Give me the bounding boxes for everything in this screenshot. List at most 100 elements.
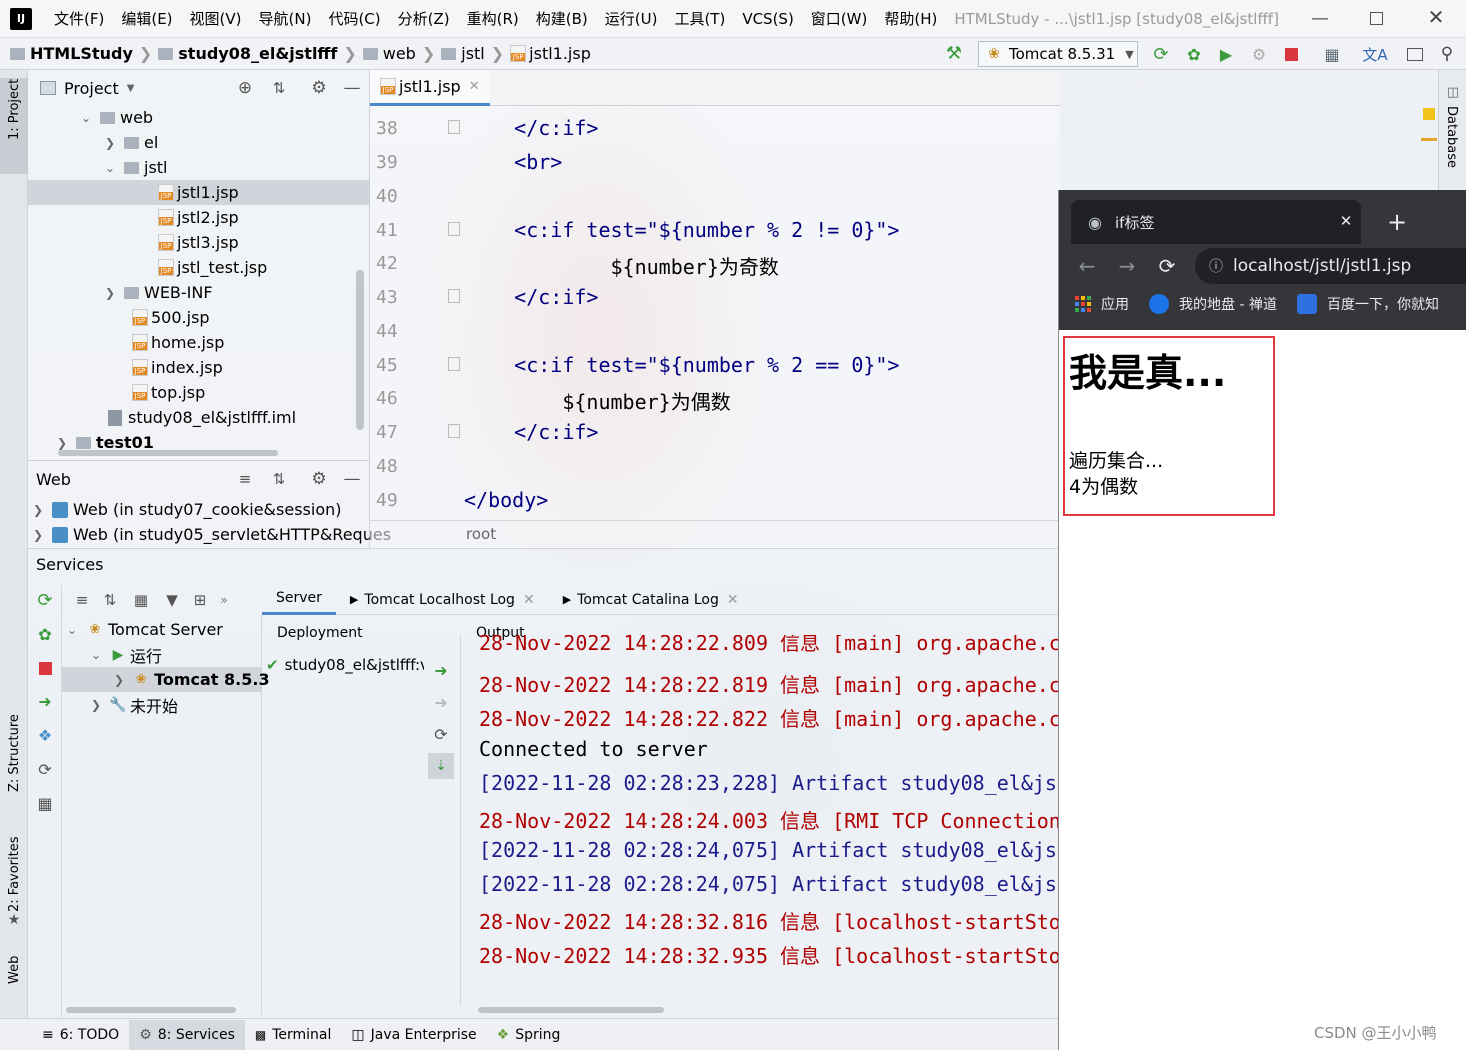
- browser-window-icon[interactable]: [1405, 44, 1425, 64]
- address-bar[interactable]: ⓘ localhost/jstl/jstl1.jsp: [1195, 248, 1466, 284]
- collapse-all-icon[interactable]: ⇅: [269, 78, 289, 98]
- code-line-47[interactable]: </c:if>: [466, 420, 598, 444]
- debug-bug-icon[interactable]: ✿: [32, 621, 58, 647]
- fold-marker-icon[interactable]: [448, 357, 460, 371]
- code-line-45[interactable]: <c:if test="${number % 2 == 0}">: [466, 353, 899, 377]
- build-hammer-icon[interactable]: ⚒: [944, 43, 964, 64]
- web-item-study07[interactable]: ❯ Web (in study07_cookie&session): [28, 497, 342, 522]
- tree-item-jstl[interactable]: ⌄ jstl: [28, 155, 168, 180]
- tree-item-jstl-test-jsp[interactable]: jstl_test.jsp: [28, 255, 267, 280]
- forward-arrow-icon[interactable]: →: [1115, 254, 1139, 278]
- warning-marker[interactable]: [1423, 108, 1435, 120]
- rerun-icon[interactable]: ⟳: [32, 587, 58, 613]
- refresh-icon[interactable]: ⟳: [32, 756, 58, 782]
- menu-refactor[interactable]: 重构(R): [467, 8, 519, 29]
- menu-build[interactable]: 构建(B): [536, 8, 588, 29]
- filter-icon[interactable]: ▼: [158, 591, 186, 609]
- fold-marker-icon[interactable]: [448, 222, 460, 236]
- menu-file[interactable]: 文件(F): [54, 8, 104, 29]
- code-line-46[interactable]: ${number}为偶数: [466, 386, 730, 415]
- undeploy-icon[interactable]: ➜: [428, 689, 454, 715]
- search-icon[interactable]: ⚲: [1436, 43, 1458, 65]
- tree-item-iml[interactable]: study08_el&jstlfff.iml: [28, 405, 296, 430]
- group-icon[interactable]: ▦: [124, 591, 158, 609]
- fold-marker-icon[interactable]: [448, 120, 460, 134]
- tree-item-home-jsp[interactable]: home.jsp: [28, 330, 224, 355]
- menu-code[interactable]: 代码(C): [328, 8, 380, 29]
- add-service-icon[interactable]: ⊞: [186, 591, 214, 609]
- collapse-all-icon[interactable]: ⇅: [96, 591, 124, 609]
- project-h-scrollbar[interactable]: [58, 450, 278, 456]
- structure-tool-label[interactable]: Z: Structure: [7, 714, 22, 792]
- tree-item-el[interactable]: ❯ el: [28, 130, 158, 155]
- menu-window[interactable]: 窗口(W): [811, 8, 868, 29]
- editor-tab-jstl1[interactable]: jstl1.jsp ✕: [370, 69, 490, 106]
- deploy-icon[interactable]: ➜: [428, 657, 454, 683]
- chevron-right-icon[interactable]: ❯: [56, 436, 68, 450]
- hide-icon[interactable]: —: [342, 469, 362, 489]
- rerun-icon[interactable]: ⟳: [1151, 44, 1171, 65]
- close-tab-icon[interactable]: ✕: [523, 592, 535, 608]
- web-tool-label[interactable]: Web: [7, 956, 22, 984]
- database-tool-label[interactable]: Database: [1444, 106, 1459, 168]
- tab-server[interactable]: Server: [262, 585, 336, 615]
- services-tool-button[interactable]: ⚙ 8: Services: [129, 1019, 245, 1050]
- gear-icon[interactable]: ⚙: [309, 469, 329, 489]
- service-tomcat-instance[interactable]: ❯ ❀ Tomcat 8.5.3: [62, 667, 270, 692]
- code-line-41[interactable]: <c:if test="${number % 2 != 0}">: [466, 218, 899, 242]
- favorites-tool-label[interactable]: 2: Favorites: [7, 836, 22, 912]
- locate-icon[interactable]: ⊕: [235, 78, 255, 98]
- close-window-icon[interactable]: ✕: [1425, 5, 1447, 29]
- terminal-tool-button[interactable]: ▩ Terminal: [245, 1020, 342, 1050]
- code-line-49[interactable]: </body>: [464, 488, 548, 512]
- breadcrumb-htmlstudy[interactable]: HTMLStudy ❯: [10, 44, 152, 63]
- more-icon[interactable]: »: [214, 593, 234, 607]
- run-config-select[interactable]: ❀ Tomcat 8.5.31 ▼: [978, 41, 1138, 67]
- reload-icon[interactable]: ⟳: [1155, 254, 1179, 278]
- chevron-down-icon[interactable]: ⌄: [66, 623, 78, 637]
- bookmark-baidu[interactable]: 百度一下，你就知: [1327, 294, 1439, 314]
- project-structure-icon[interactable]: ▦: [1322, 44, 1342, 64]
- web-item-study05[interactable]: ❯ Web (in study05_servlet&HTTP&Reques: [28, 522, 391, 547]
- code-line-42[interactable]: ${number}为奇数: [466, 251, 778, 280]
- debug-bug-icon[interactable]: ✿: [1184, 44, 1204, 64]
- expand-all-icon[interactable]: ≡: [68, 591, 96, 609]
- tree-item-web[interactable]: ⌄ web: [28, 105, 153, 130]
- fold-marker-icon[interactable]: [448, 289, 460, 303]
- new-tab-icon[interactable]: +: [1385, 208, 1409, 236]
- stop-icon[interactable]: [1282, 45, 1300, 63]
- hide-icon[interactable]: —: [342, 78, 362, 98]
- chevron-down-icon[interactable]: ⌄: [80, 111, 92, 125]
- bookmark-zentao[interactable]: 我的地盘 - 禅道: [1179, 294, 1277, 314]
- tree-item-jstl2-jsp[interactable]: jstl2.jsp: [28, 205, 239, 230]
- tree-item-500-jsp[interactable]: 500.jsp: [28, 305, 210, 330]
- todo-tool-button[interactable]: ≡ 6: TODO: [32, 1020, 129, 1050]
- minimize-icon[interactable]: —: [1310, 8, 1330, 29]
- close-tab-icon[interactable]: ✕: [727, 592, 739, 608]
- breadcrumb-module[interactable]: study08_el&jstlfff ❯: [158, 44, 357, 63]
- chevron-right-icon[interactable]: ❯: [104, 136, 116, 150]
- bookmark-apps[interactable]: 应用: [1101, 294, 1129, 314]
- breadcrumb-file[interactable]: jstl1.jsp: [510, 44, 591, 63]
- editor-breadcrumb-root[interactable]: root: [466, 525, 496, 543]
- breadcrumb-jstl[interactable]: jstl ❯: [441, 44, 504, 63]
- deployment-item[interactable]: ✔ study08_el&jstlfff:v: [266, 653, 424, 677]
- menu-analyze[interactable]: 分析(Z): [398, 8, 450, 29]
- fold-marker-icon[interactable]: [448, 424, 460, 438]
- tree-item-top-jsp[interactable]: top.jsp: [28, 380, 205, 405]
- menu-run[interactable]: 运行(U): [605, 8, 658, 29]
- tab-tomcat-catalina-log[interactable]: ▶ Tomcat Catalina Log ✕: [549, 585, 753, 615]
- code-line-39[interactable]: <br>: [466, 150, 562, 174]
- menu-view[interactable]: 视图(V): [190, 8, 242, 29]
- project-panel-title[interactable]: Project: [64, 79, 119, 98]
- service-tomcat-server[interactable]: ⌄ ❀ Tomcat Server: [62, 617, 223, 642]
- chevron-right-icon[interactable]: ❯: [32, 528, 44, 542]
- coverage-icon[interactable]: ▶: [1216, 44, 1236, 64]
- deploy-icon[interactable]: ➜: [32, 688, 58, 714]
- menu-vcs[interactable]: VCS(S): [742, 10, 793, 28]
- layout-icon[interactable]: ▦: [32, 790, 58, 816]
- browser-tab[interactable]: ◉ if标签 ✕: [1071, 200, 1361, 244]
- chevron-right-icon[interactable]: ❯: [104, 286, 116, 300]
- menu-navigate[interactable]: 导航(N): [259, 8, 312, 29]
- project-scrollbar[interactable]: [356, 270, 364, 430]
